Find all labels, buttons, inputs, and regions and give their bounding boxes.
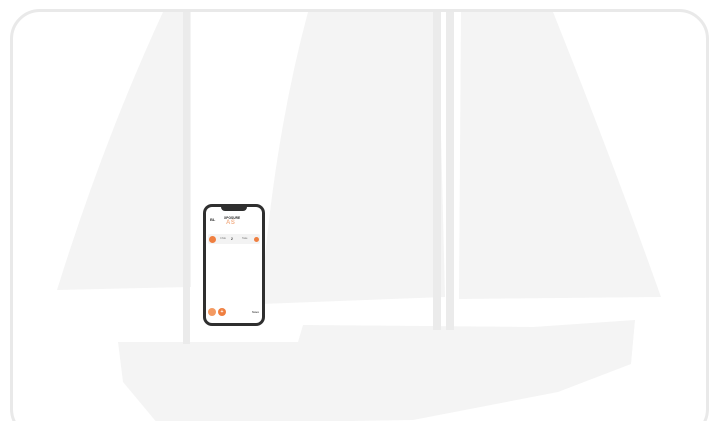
status-dot-icon[interactable] [254,236,259,242]
mast-mid [433,12,441,330]
sailboat-icon [57,12,661,421]
phone-notch [221,207,247,211]
brand-sub: AS [226,220,236,226]
add-button[interactable]: + [218,308,226,316]
toolbar-label-right: Take [242,236,248,240]
card-frame [10,9,709,421]
back-label[interactable]: BL [210,217,215,222]
toolbar-label-left: Chile [220,236,226,240]
mast-right [446,12,454,330]
stage: BL XPOSURE AS Chile 2 Take + Save [0,0,721,421]
main-sail [261,12,445,304]
save-button[interactable]: Save [252,310,259,314]
mizzen-sail [459,12,661,299]
refresh-icon[interactable] [208,308,216,316]
app-header: BL XPOSURE AS [210,216,258,230]
toolbar-value: 2 [231,237,233,241]
boat-hull [118,320,635,421]
jib-sail [57,12,191,290]
app-toolbar: Chile 2 Take [208,234,260,244]
phone-screen: BL XPOSURE AS Chile 2 Take + Save [206,207,262,323]
mast-left [183,12,190,344]
phone-mockup: BL XPOSURE AS Chile 2 Take + Save [203,204,265,326]
settings-icon[interactable] [209,235,216,243]
